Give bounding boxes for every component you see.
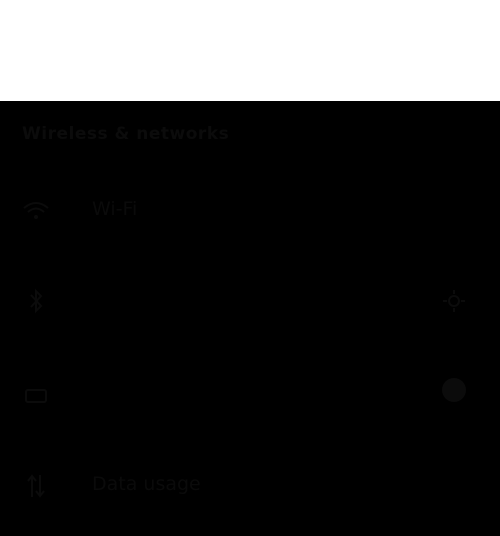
top-blank-area [0, 0, 500, 101]
bluetooth-icon [22, 287, 50, 315]
wifi-icon [22, 197, 50, 225]
settings-row-label: Wi-Fi [92, 198, 138, 220]
data-usage-icon [22, 472, 50, 500]
settings-row-sim[interactable] [0, 350, 500, 430]
settings-row-bluetooth[interactable] [0, 260, 500, 340]
section-header: Wireless & networks [22, 124, 230, 144]
settings-row-label: Data usage [92, 473, 201, 495]
toggle-knob [442, 378, 466, 402]
settings-row-wifi[interactable]: Wi-Fi [0, 170, 500, 250]
settings-icon[interactable] [434, 286, 474, 316]
toggle-switch[interactable] [434, 375, 474, 405]
sim-icon [22, 382, 50, 410]
settings-row-data-usage[interactable]: Data usage [0, 445, 500, 525]
